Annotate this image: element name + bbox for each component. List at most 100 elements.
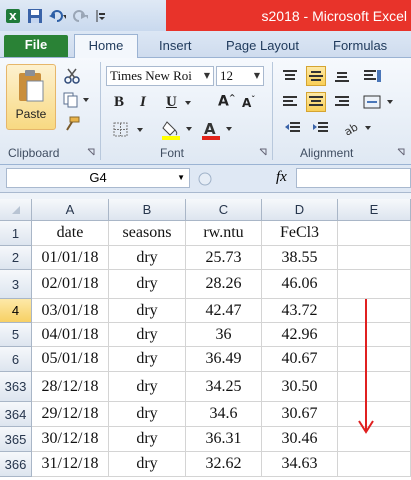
redo-icon[interactable] [70,7,88,25]
formula-input[interactable] [296,168,411,188]
cell[interactable]: dry [109,323,186,347]
align-right-icon[interactable] [332,92,352,112]
cell[interactable]: 28.26 [186,270,262,299]
tab-formulas[interactable]: Formulas [333,36,387,58]
cell[interactable] [338,221,411,246]
row-header[interactable]: 5 [0,323,32,347]
alignment-launcher-icon[interactable] [396,146,406,158]
cell[interactable]: 36 [186,323,262,347]
cell[interactable]: 36.31 [186,427,262,452]
wrap-text-icon[interactable] [362,66,392,86]
cell[interactable]: 38.55 [262,246,338,270]
tab-file[interactable]: File [4,35,68,57]
save-icon[interactable] [26,7,44,25]
column-header-b[interactable]: B [109,199,186,221]
cell[interactable]: 25.73 [186,246,262,270]
cell[interactable]: 34.6 [186,402,262,427]
row-header[interactable]: 366 [0,452,32,477]
cell[interactable]: 28/12/18 [32,372,109,402]
cell[interactable]: dry [109,246,186,270]
fill-color-icon[interactable] [160,118,196,142]
align-center-icon[interactable] [306,92,326,112]
font-family-select[interactable]: Times New Roi ▼ [106,66,214,86]
column-header-d[interactable]: D [262,199,338,221]
cell[interactable]: 40.67 [262,347,338,372]
row-header[interactable]: 6 [0,347,32,372]
row-header[interactable]: 1 [0,221,32,246]
font-size-select[interactable]: 12 ▼ [216,66,264,86]
excel-logo-icon[interactable]: X [4,7,22,25]
cut-icon[interactable] [62,66,82,86]
cell[interactable]: dry [109,402,186,427]
tab-insert[interactable]: Insert [159,36,192,58]
row-header[interactable]: 2 [0,246,32,270]
cell[interactable]: 34.25 [186,372,262,402]
cell[interactable]: dry [109,299,186,323]
merge-center-icon[interactable] [362,92,396,112]
cell[interactable] [338,270,411,299]
cell[interactable]: dry [109,347,186,372]
borders-icon[interactable] [112,120,146,140]
bottom-align-icon[interactable] [332,66,352,86]
cell[interactable] [338,246,411,270]
cell[interactable]: 32.62 [186,452,262,477]
top-align-icon[interactable] [280,66,300,86]
cell[interactable]: 30/12/18 [32,427,109,452]
cell[interactable]: 02/01/18 [32,270,109,299]
insert-function-icon[interactable]: fx [276,169,287,186]
cell[interactable]: 34.63 [262,452,338,477]
cell[interactable]: dry [109,427,186,452]
cell[interactable]: 29/12/18 [32,402,109,427]
name-box[interactable]: G4 ▼ [6,168,190,188]
underline-dropdown-icon[interactable] [183,96,193,110]
formula-bar-splitter-icon[interactable] [196,170,214,188]
row-header[interactable]: 363 [0,372,32,402]
column-header-c[interactable]: C [186,199,262,221]
cell[interactable]: dry [109,452,186,477]
orientation-icon[interactable]: ab [342,118,374,138]
cell[interactable]: 36.49 [186,347,262,372]
cell[interactable]: date [32,221,109,246]
undo-icon[interactable] [48,7,66,25]
cell[interactable]: 01/01/18 [32,246,109,270]
cell[interactable]: 31/12/18 [32,452,109,477]
cell[interactable]: 43.72 [262,299,338,323]
cell[interactable]: 04/01/18 [32,323,109,347]
cell[interactable]: dry [109,270,186,299]
cell[interactable] [338,452,411,477]
tab-home[interactable]: Home [74,34,138,58]
cell[interactable]: 42.96 [262,323,338,347]
cell[interactable]: FeCl3 [262,221,338,246]
cell[interactable]: rw.ntu [186,221,262,246]
column-header-a[interactable]: A [32,199,109,221]
row-header-selected[interactable]: 4 [0,299,32,323]
cell[interactable]: 03/01/18 [32,299,109,323]
row-header[interactable]: 3 [0,270,32,299]
grow-font-icon[interactable]: A^ [218,93,236,110]
paste-button[interactable]: Paste [6,64,56,130]
format-painter-icon[interactable] [62,114,82,134]
cell[interactable]: seasons [109,221,186,246]
align-left-icon[interactable] [280,92,300,112]
cell[interactable]: 42.47 [186,299,262,323]
font-color-icon[interactable]: A [200,118,236,142]
decrease-indent-icon[interactable] [282,118,304,138]
tab-page-layout[interactable]: Page Layout [226,36,299,58]
cell[interactable]: 05/01/18 [32,347,109,372]
row-header[interactable]: 364 [0,402,32,427]
font-launcher-icon[interactable] [258,146,268,158]
cell[interactable]: 30.46 [262,427,338,452]
select-all-corner[interactable] [0,199,32,221]
clipboard-launcher-icon[interactable] [86,146,96,158]
middle-align-icon[interactable] [306,66,326,86]
shrink-font-icon[interactable]: Aˇ [242,95,255,110]
cell[interactable]: 46.06 [262,270,338,299]
increase-indent-icon[interactable] [310,118,332,138]
column-header-e[interactable]: E [338,199,411,221]
underline-icon[interactable]: U [166,94,177,111]
customize-toolbar-icon[interactable] [92,7,110,25]
cell[interactable]: dry [109,372,186,402]
row-header[interactable]: 365 [0,427,32,452]
cell[interactable]: 30.67 [262,402,338,427]
cell[interactable]: 30.50 [262,372,338,402]
